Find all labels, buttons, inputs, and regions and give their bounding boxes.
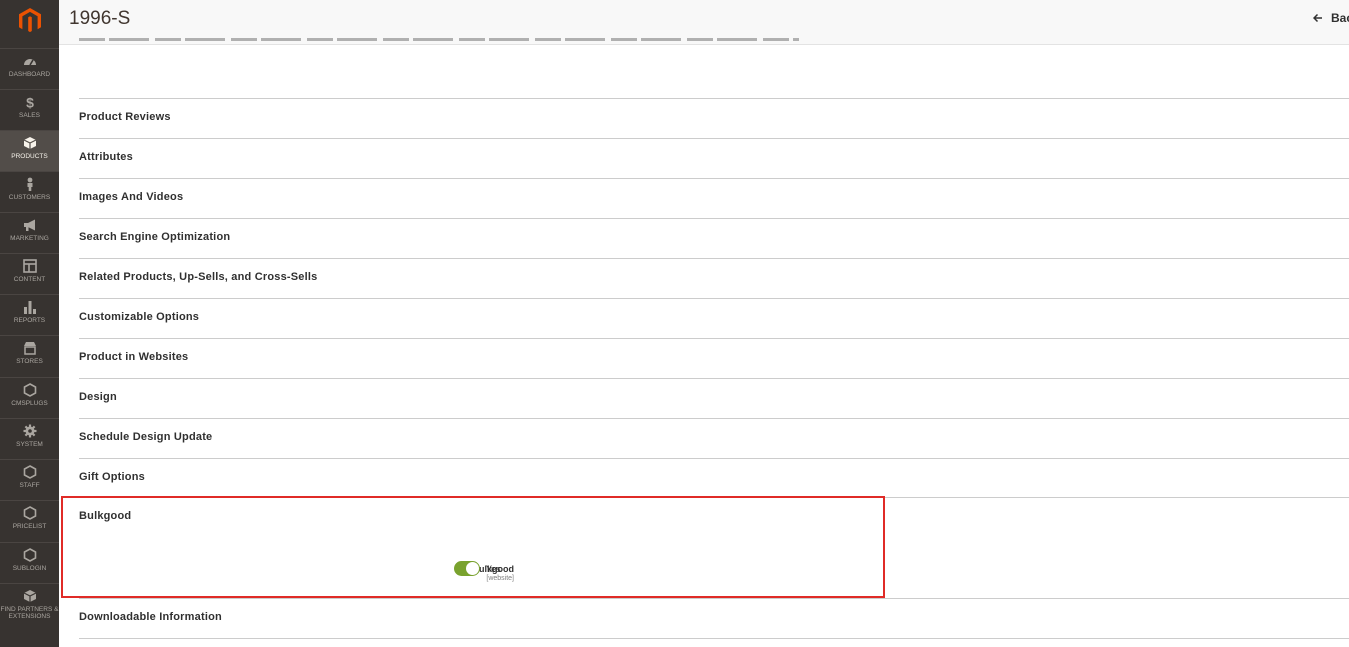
magento-logo-icon[interactable]: [0, 0, 59, 42]
section-title: Gift Options: [79, 471, 145, 483]
sidebar-item-label: FIND PARTNERS & EXTENSIONS: [0, 606, 59, 620]
section-gift-options[interactable]: Gift Options: [79, 458, 1349, 498]
section-attributes[interactable]: Attributes: [79, 138, 1349, 178]
sidebar-item-customers[interactable]: CUSTOMERS: [0, 171, 59, 212]
sidebar-item-system[interactable]: SYSTEM: [0, 418, 59, 459]
admin-sidebar: DASHBOARD $ SALES PRODUCTS CUSTOMERS MAR…: [0, 0, 59, 647]
section-title: Customizable Options: [79, 311, 200, 323]
back-button-label: Bac: [1331, 11, 1349, 25]
section-customizable-options[interactable]: Customizable Options: [79, 298, 1349, 338]
sidebar-item-label: CONTENT: [13, 276, 46, 283]
section-title: Related Products, Up-Sells, and Cross-Se…: [79, 271, 318, 283]
speedometer-icon: [23, 59, 36, 66]
sidebar-item-label: SYSTEM: [16, 441, 43, 448]
hexagon-icon: [23, 465, 36, 479]
sidebar-item-label: DASHBOARD: [8, 71, 51, 78]
section-related-products[interactable]: Related Products, Up-Sells, and Cross-Se…: [79, 258, 1349, 298]
sidebar-item-content[interactable]: CONTENT: [0, 253, 59, 294]
sidebar-item-stores[interactable]: STORES: [0, 335, 59, 376]
section-search-engine-optimization[interactable]: Search Engine Optimization: [79, 218, 1349, 258]
sidebar-item-marketing[interactable]: MARKETING: [0, 212, 59, 253]
sidebar-item-label: STORES: [16, 358, 43, 365]
cube-icon: [23, 590, 36, 602]
sidebar-item-label: MARKETING: [10, 235, 49, 242]
sidebar-item-cmsplugs[interactable]: CMSPLUGS: [0, 377, 59, 418]
section-title: Design: [79, 391, 117, 403]
section-product-reviews[interactable]: Product Reviews: [79, 98, 1349, 138]
section-product-in-websites[interactable]: Product in Websites: [79, 338, 1349, 378]
megaphone-icon: [23, 219, 35, 231]
sidebar-item-label: SALES: [19, 112, 40, 119]
hexagon-icon: [23, 548, 36, 562]
sidebar-item-dashboard[interactable]: DASHBOARD: [0, 48, 59, 89]
sidebar-item-label: SUBLOGIN: [12, 565, 47, 572]
dollar-icon: $: [26, 95, 34, 109]
section-title: Product in Websites: [79, 351, 189, 363]
sidebar-item-label: CUSTOMERS: [8, 194, 51, 201]
sidebar-item-reports[interactable]: REPORTS: [0, 294, 59, 335]
section-design[interactable]: Design: [79, 378, 1349, 418]
hexagon-icon: [23, 506, 36, 520]
section-schedule-design-update[interactable]: Schedule Design Update: [79, 418, 1349, 458]
sidebar-item-label: PRICELIST: [12, 523, 47, 530]
page-title: 1996-S: [69, 8, 131, 29]
section-images-and-videos[interactable]: Images And Videos: [79, 178, 1349, 218]
sidebar-item-find-partners[interactable]: FIND PARTNERS & EXTENSIONS: [0, 583, 59, 647]
sidebar-item-label: PRODUCTS: [11, 153, 48, 160]
section-title: Product Reviews: [79, 111, 171, 123]
section-title: Search Engine Optimization: [79, 231, 231, 243]
truncated-description-text: [79, 34, 799, 46]
sidebar-item-label: CMSPLUGS: [11, 400, 48, 407]
storefront-icon: [23, 342, 36, 355]
section-title: Schedule Design Update: [79, 431, 213, 443]
sidebar-item-staff[interactable]: STAFF: [0, 459, 59, 500]
bar-chart-icon: [23, 301, 36, 314]
arrow-left-icon: [1313, 13, 1322, 23]
highlight-box: [61, 496, 885, 598]
sidebar-item-label: REPORTS: [13, 317, 46, 324]
gear-icon: [23, 424, 36, 438]
svg-text:$: $: [26, 95, 34, 109]
section-title: Downloadable Information: [79, 611, 222, 623]
person-icon: [27, 177, 32, 191]
section-downloadable-information[interactable]: Downloadable Information: [79, 598, 1349, 638]
section-title: Attributes: [79, 151, 133, 163]
box-icon: [23, 137, 36, 149]
sidebar-item-label: STAFF: [19, 482, 40, 489]
section-divider: [79, 638, 1349, 639]
sidebar-item-sublogin[interactable]: SUBLOGIN: [0, 542, 59, 583]
sidebar-item-products[interactable]: PRODUCTS: [0, 130, 59, 171]
section-title: Images And Videos: [79, 191, 184, 203]
sidebar-item-pricelist[interactable]: PRICELIST: [0, 500, 59, 541]
back-button[interactable]: Bac: [1313, 11, 1349, 25]
layout-icon: [22, 259, 37, 273]
sidebar-item-sales[interactable]: $ SALES: [0, 89, 59, 130]
hexagon-icon: [23, 383, 36, 397]
